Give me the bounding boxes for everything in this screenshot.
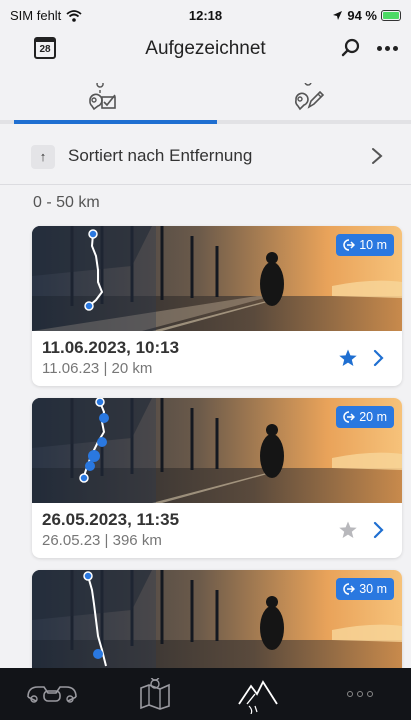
status-bar: SIM fehlt 12:18 94 % [0, 0, 411, 30]
arrow-exit-icon [343, 411, 356, 423]
map-icon [139, 678, 170, 710]
trip-thumbnail: 30 m [32, 570, 402, 675]
more-dot [384, 45, 390, 51]
more-dot [376, 45, 382, 51]
recorded-route-icon [88, 83, 116, 111]
more-dots-icon [347, 691, 373, 697]
star-outline-icon[interactable] [338, 520, 358, 540]
trip-meta: 26.05.23 | 396 km [42, 532, 162, 549]
sort-arrow-icon: ↑ [31, 145, 55, 169]
duration-badge: 20 m [336, 406, 394, 428]
duration-badge: 30 m [336, 578, 394, 600]
duration-text: 10 m [359, 238, 387, 252]
bottom-nav [0, 668, 411, 720]
tab-recorded[interactable] [0, 74, 205, 120]
nav-more[interactable] [309, 668, 411, 720]
duration-text: 30 m [359, 582, 387, 596]
status-right: 94 % [332, 8, 401, 23]
trip-card[interactable]: 10 m 11.06.2023, 10:13 11.06.23 | 20 km [32, 226, 402, 386]
nav-header: 28 Aufgezeichnet [0, 30, 411, 70]
tab-active-indicator [14, 120, 217, 124]
planned-route-icon [294, 83, 324, 111]
chevron-right-icon[interactable] [372, 348, 386, 368]
nav-motorcycle[interactable] [0, 668, 103, 720]
trip-thumbnail: 20 m [32, 398, 402, 503]
mountains-icon [237, 680, 278, 714]
location-arrow-icon [333, 11, 343, 20]
trip-date: 26.05.2023, 11:35 [42, 510, 180, 529]
trip-thumbnail: 10 m [32, 226, 402, 331]
nav-map[interactable] [103, 668, 206, 720]
nav-dot [367, 691, 373, 697]
chevron-right-icon[interactable] [372, 520, 386, 540]
duration-badge: 10 m [336, 234, 394, 256]
nav-dot [347, 691, 353, 697]
arrow-exit-icon [343, 239, 356, 251]
battery-percent: 94 % [347, 8, 377, 23]
more-dot [392, 45, 398, 51]
divider [0, 184, 411, 185]
star-filled-icon[interactable] [338, 348, 358, 368]
trip-meta: 11.06.23 | 20 km [42, 360, 153, 377]
trip-date: 11.06.2023, 10:13 [42, 338, 180, 357]
route-tabs [0, 74, 411, 124]
section-header: 0 - 50 km [33, 194, 100, 211]
search-icon[interactable] [339, 36, 363, 60]
motorcycle-icon [26, 686, 77, 703]
trip-card[interactable]: 20 m 26.05.2023, 11:35 26.05.23 | 396 km [32, 398, 402, 558]
battery-charging-icon [381, 10, 401, 21]
sort-row[interactable]: ↑ Sortiert nach Entfernung [0, 134, 411, 178]
arrow-exit-icon [343, 583, 356, 595]
sort-label: Sortiert nach Entfernung [68, 146, 253, 165]
app-screen: SIM fehlt 12:18 94 % 28 Aufgezeichnet ↑ … [0, 0, 411, 720]
nav-routes[interactable] [206, 668, 309, 720]
chevron-right-icon [372, 148, 383, 164]
more-icon[interactable] [373, 36, 401, 60]
nav-dot [357, 691, 363, 697]
duration-text: 20 m [359, 410, 387, 424]
tab-planned[interactable] [206, 74, 411, 120]
